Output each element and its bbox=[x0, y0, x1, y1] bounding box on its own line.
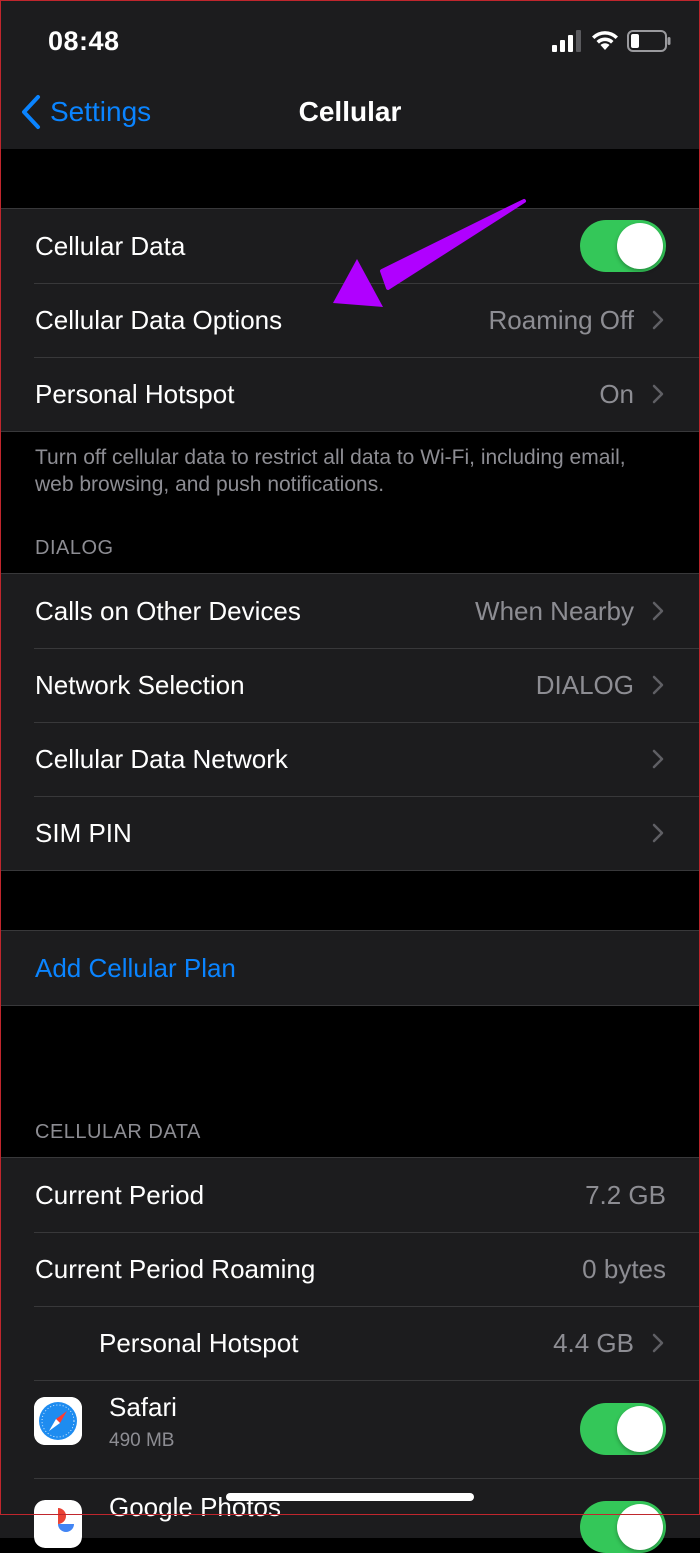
personal-hotspot-value: On bbox=[599, 379, 634, 409]
safari-data-toggle[interactable] bbox=[580, 1403, 666, 1455]
calls-other-devices-row[interactable]: Calls on Other Devices When Nearby bbox=[0, 574, 700, 648]
status-time: 08:48 bbox=[48, 26, 120, 56]
add-plan-group: Add Cellular Plan bbox=[0, 930, 700, 1006]
chevron-right-icon bbox=[652, 601, 664, 621]
dialog-group: Calls on Other Devices When Nearby Netwo… bbox=[0, 573, 700, 871]
cellular-data-section-header: CELLULAR DATA bbox=[35, 1121, 201, 1143]
battery-icon bbox=[627, 30, 671, 52]
cellular-data-group: Cellular Data Cellular Data Options Roam… bbox=[0, 208, 700, 432]
chevron-right-icon bbox=[652, 749, 664, 769]
current-period-roaming-label: Current Period Roaming bbox=[35, 1254, 316, 1284]
network-selection-label: Network Selection bbox=[35, 670, 245, 700]
cellular-data-options-label: Cellular Data Options bbox=[35, 305, 283, 335]
cellular-data-network-row[interactable]: Cellular Data Network bbox=[0, 722, 700, 796]
current-period-roaming-row: Current Period Roaming 0 bytes bbox=[0, 1232, 700, 1306]
personal-hotspot-label: Personal Hotspot bbox=[35, 379, 235, 409]
calls-other-devices-value: When Nearby bbox=[475, 596, 634, 626]
navigation-bar: Settings Cellular bbox=[0, 80, 700, 149]
personal-hotspot-row[interactable]: Personal Hotspot On bbox=[0, 357, 700, 431]
dialog-section-header: DIALOG bbox=[35, 537, 114, 559]
wifi-icon bbox=[592, 31, 618, 50]
sim-pin-label: SIM PIN bbox=[35, 818, 132, 848]
home-indicator bbox=[226, 1493, 474, 1501]
current-period-label: Current Period bbox=[35, 1180, 205, 1210]
status-bar: 08:48 bbox=[0, 0, 700, 80]
safari-icon bbox=[34, 1397, 82, 1445]
cellular-data-options-value: Roaming Off bbox=[488, 305, 634, 335]
cellular-data-row: Cellular Data bbox=[0, 209, 700, 283]
current-period-value: 7.2 GB bbox=[585, 1180, 666, 1210]
app-name-safari: Safari bbox=[109, 1392, 177, 1422]
hotspot-usage-label: Personal Hotspot bbox=[99, 1328, 299, 1358]
hotspot-usage-row[interactable]: Personal Hotspot 4.4 GB bbox=[0, 1306, 700, 1380]
network-selection-row[interactable]: Network Selection DIALOG bbox=[0, 648, 700, 722]
hotspot-usage-value: 4.4 GB bbox=[553, 1328, 634, 1358]
chevron-right-icon bbox=[652, 675, 664, 695]
network-selection-value: DIALOG bbox=[535, 670, 634, 700]
page-title: Cellular bbox=[298, 96, 402, 127]
add-cellular-plan-link[interactable]: Add Cellular Plan bbox=[35, 931, 236, 1005]
current-period-roaming-value: 0 bytes bbox=[582, 1254, 666, 1284]
app-usage-safari: 490 MB bbox=[109, 1430, 175, 1451]
cellular-data-footnote: Turn off cellular data to restrict all d… bbox=[35, 446, 626, 496]
chevron-right-icon bbox=[652, 1333, 664, 1353]
add-cellular-plan-row[interactable]: Add Cellular Plan bbox=[0, 931, 700, 1005]
app-row-google-photos: Google Photos bbox=[0, 1478, 700, 1553]
app-row-safari: Safari 490 MB bbox=[0, 1380, 700, 1478]
google-photos-icon bbox=[34, 1500, 82, 1548]
calls-other-devices-label: Calls on Other Devices bbox=[35, 596, 301, 626]
cellular-data-options-row[interactable]: Cellular Data Options Roaming Off bbox=[0, 283, 700, 357]
cellular-data-label: Cellular Data bbox=[35, 231, 186, 261]
chevron-right-icon bbox=[652, 823, 664, 843]
current-period-row: Current Period 7.2 GB bbox=[0, 1158, 700, 1232]
cellular-usage-group: Current Period 7.2 GB Current Period Roa… bbox=[0, 1157, 700, 1553]
cellular-data-network-label: Cellular Data Network bbox=[35, 744, 288, 774]
chevron-right-icon bbox=[652, 310, 664, 330]
cellular-signal-icon bbox=[552, 30, 581, 52]
cellular-data-toggle[interactable] bbox=[580, 220, 666, 272]
google-photos-data-toggle[interactable] bbox=[580, 1501, 666, 1553]
chevron-right-icon bbox=[652, 384, 664, 404]
sim-pin-row[interactable]: SIM PIN bbox=[0, 796, 700, 870]
